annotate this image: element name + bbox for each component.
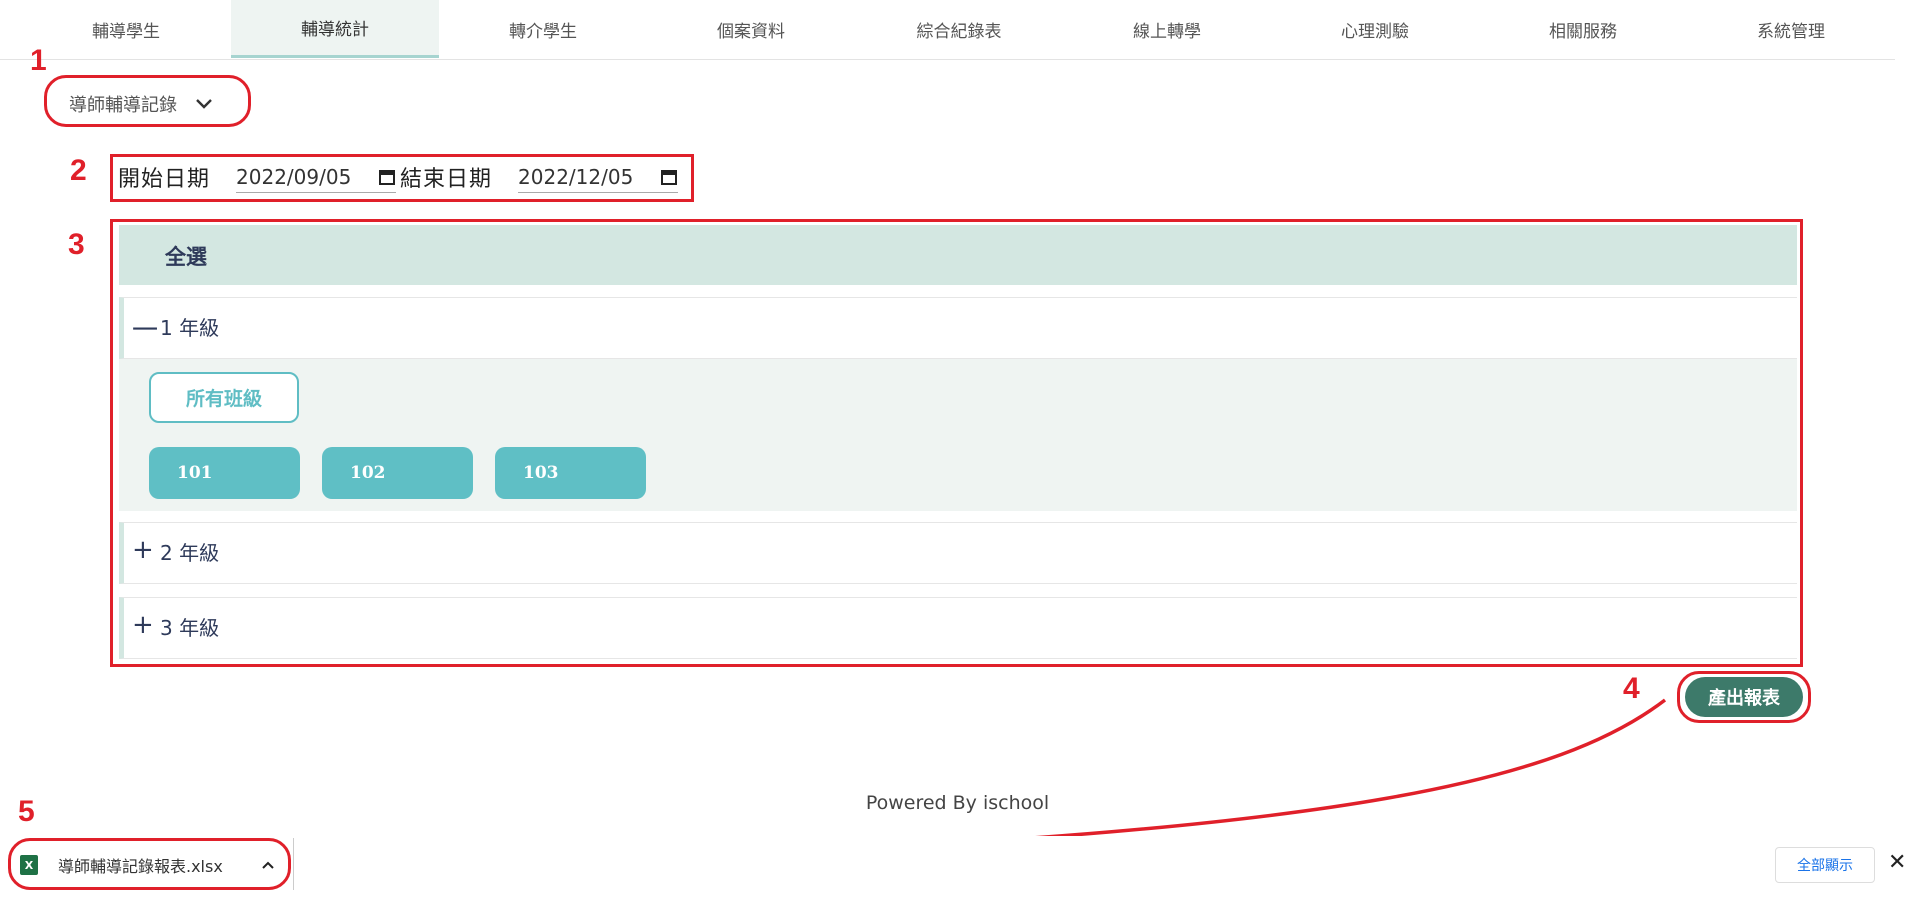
close-download-bar-icon[interactable]: ✕ [1888, 850, 1906, 875]
annotation-arrow [302, 698, 1667, 872]
show-all-downloads-button[interactable]: 全部顯示 [1775, 847, 1875, 883]
download-divider [293, 838, 294, 890]
annotation-outline-5 [8, 838, 291, 890]
annotation-number-5: 5 [18, 795, 35, 828]
